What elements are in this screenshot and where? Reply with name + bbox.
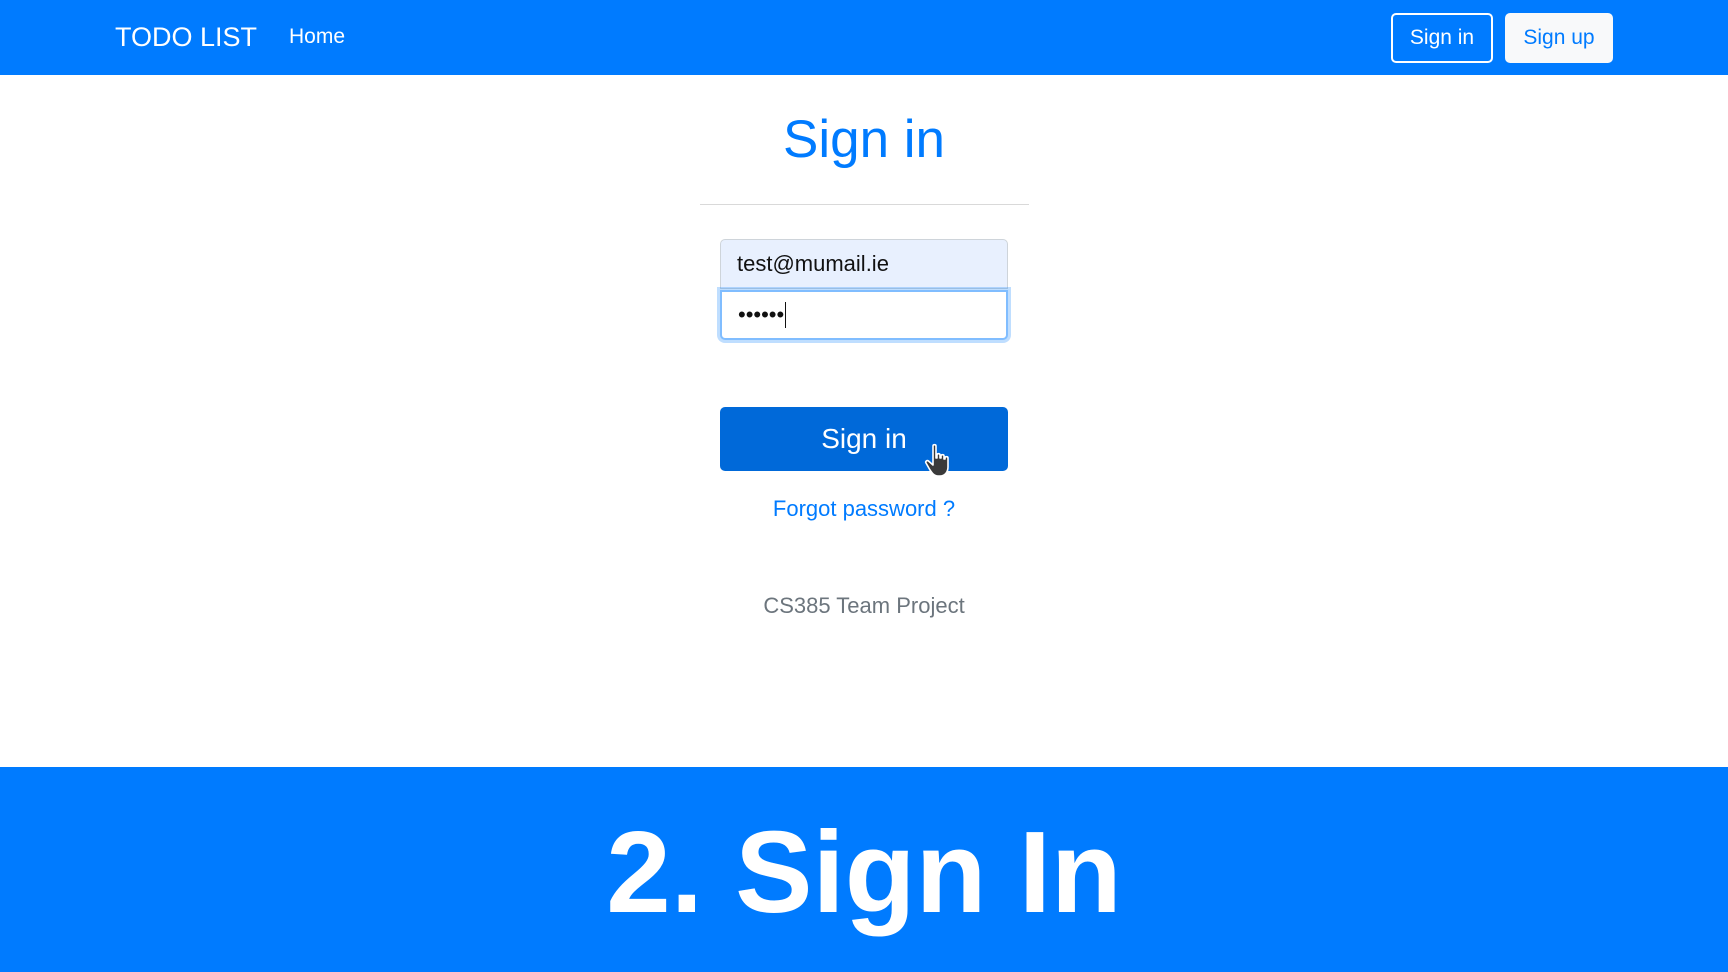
- brand-link[interactable]: TODO LIST: [115, 20, 257, 55]
- nav-signin-button[interactable]: Sign in: [1391, 13, 1493, 63]
- nav-signup-button[interactable]: Sign up: [1505, 13, 1613, 63]
- email-field[interactable]: test@mumail.ie: [720, 239, 1008, 289]
- forgot-password-row: Forgot password ?: [0, 495, 1728, 523]
- footer-text: CS385 Team Project: [763, 593, 965, 618]
- step-banner-text: 2. Sign In: [606, 807, 1122, 937]
- password-field[interactable]: ••••••: [720, 290, 1008, 340]
- page-title: Sign in: [782, 110, 946, 169]
- step-banner: 2. Sign In: [0, 767, 1728, 972]
- password-value: ••••••: [738, 302, 785, 327]
- hand-pointer-icon: [924, 443, 949, 477]
- navbar: TODO LIST Home Sign in Sign up: [0, 0, 1728, 75]
- text-caret: [785, 302, 787, 328]
- nav-home-link[interactable]: Home: [289, 23, 345, 51]
- signin-submit-button[interactable]: Sign in: [720, 407, 1008, 471]
- forgot-password-link[interactable]: Forgot password ?: [773, 496, 955, 521]
- title-divider: [700, 204, 1029, 205]
- email-value: test@mumail.ie: [737, 251, 889, 276]
